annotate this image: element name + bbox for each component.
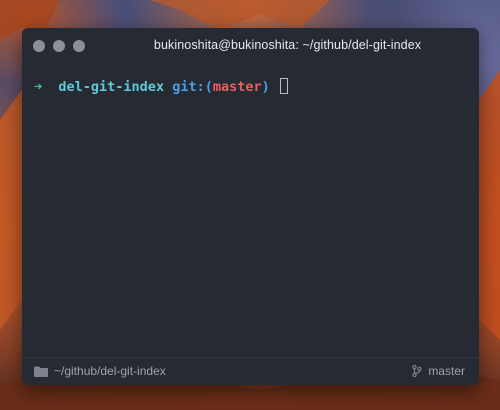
prompt-directory: del-git-index: [58, 79, 165, 95]
folder-icon: [34, 366, 48, 377]
status-branch-label: master: [428, 364, 465, 378]
terminal-window: bukinoshita@bukinoshita: ~/github/del-gi…: [22, 28, 479, 385]
prompt-arrow: ➜: [34, 79, 43, 95]
prompt-paren-close: ): [261, 79, 270, 95]
status-bar: ~/github/del-git-index master: [22, 357, 479, 385]
text-cursor: [279, 78, 288, 94]
git-branch-icon: [412, 365, 423, 377]
prompt-git-label: git:: [172, 79, 205, 95]
prompt-branch: master: [212, 79, 262, 95]
title-bar[interactable]: bukinoshita@bukinoshita: ~/github/del-gi…: [22, 28, 479, 64]
status-branch[interactable]: master: [412, 364, 465, 378]
status-path[interactable]: ~/github/del-git-index: [34, 364, 166, 378]
window-title: bukinoshita@bukinoshita: ~/github/del-gi…: [153, 38, 422, 52]
status-path-label: ~/github/del-git-index: [54, 364, 166, 378]
command-prompt: ➜ del-git-index git:(master): [34, 78, 288, 95]
terminal-content[interactable]: ➜ del-git-index git:(master): [22, 64, 479, 362]
prompt-paren-open: (: [204, 79, 213, 95]
